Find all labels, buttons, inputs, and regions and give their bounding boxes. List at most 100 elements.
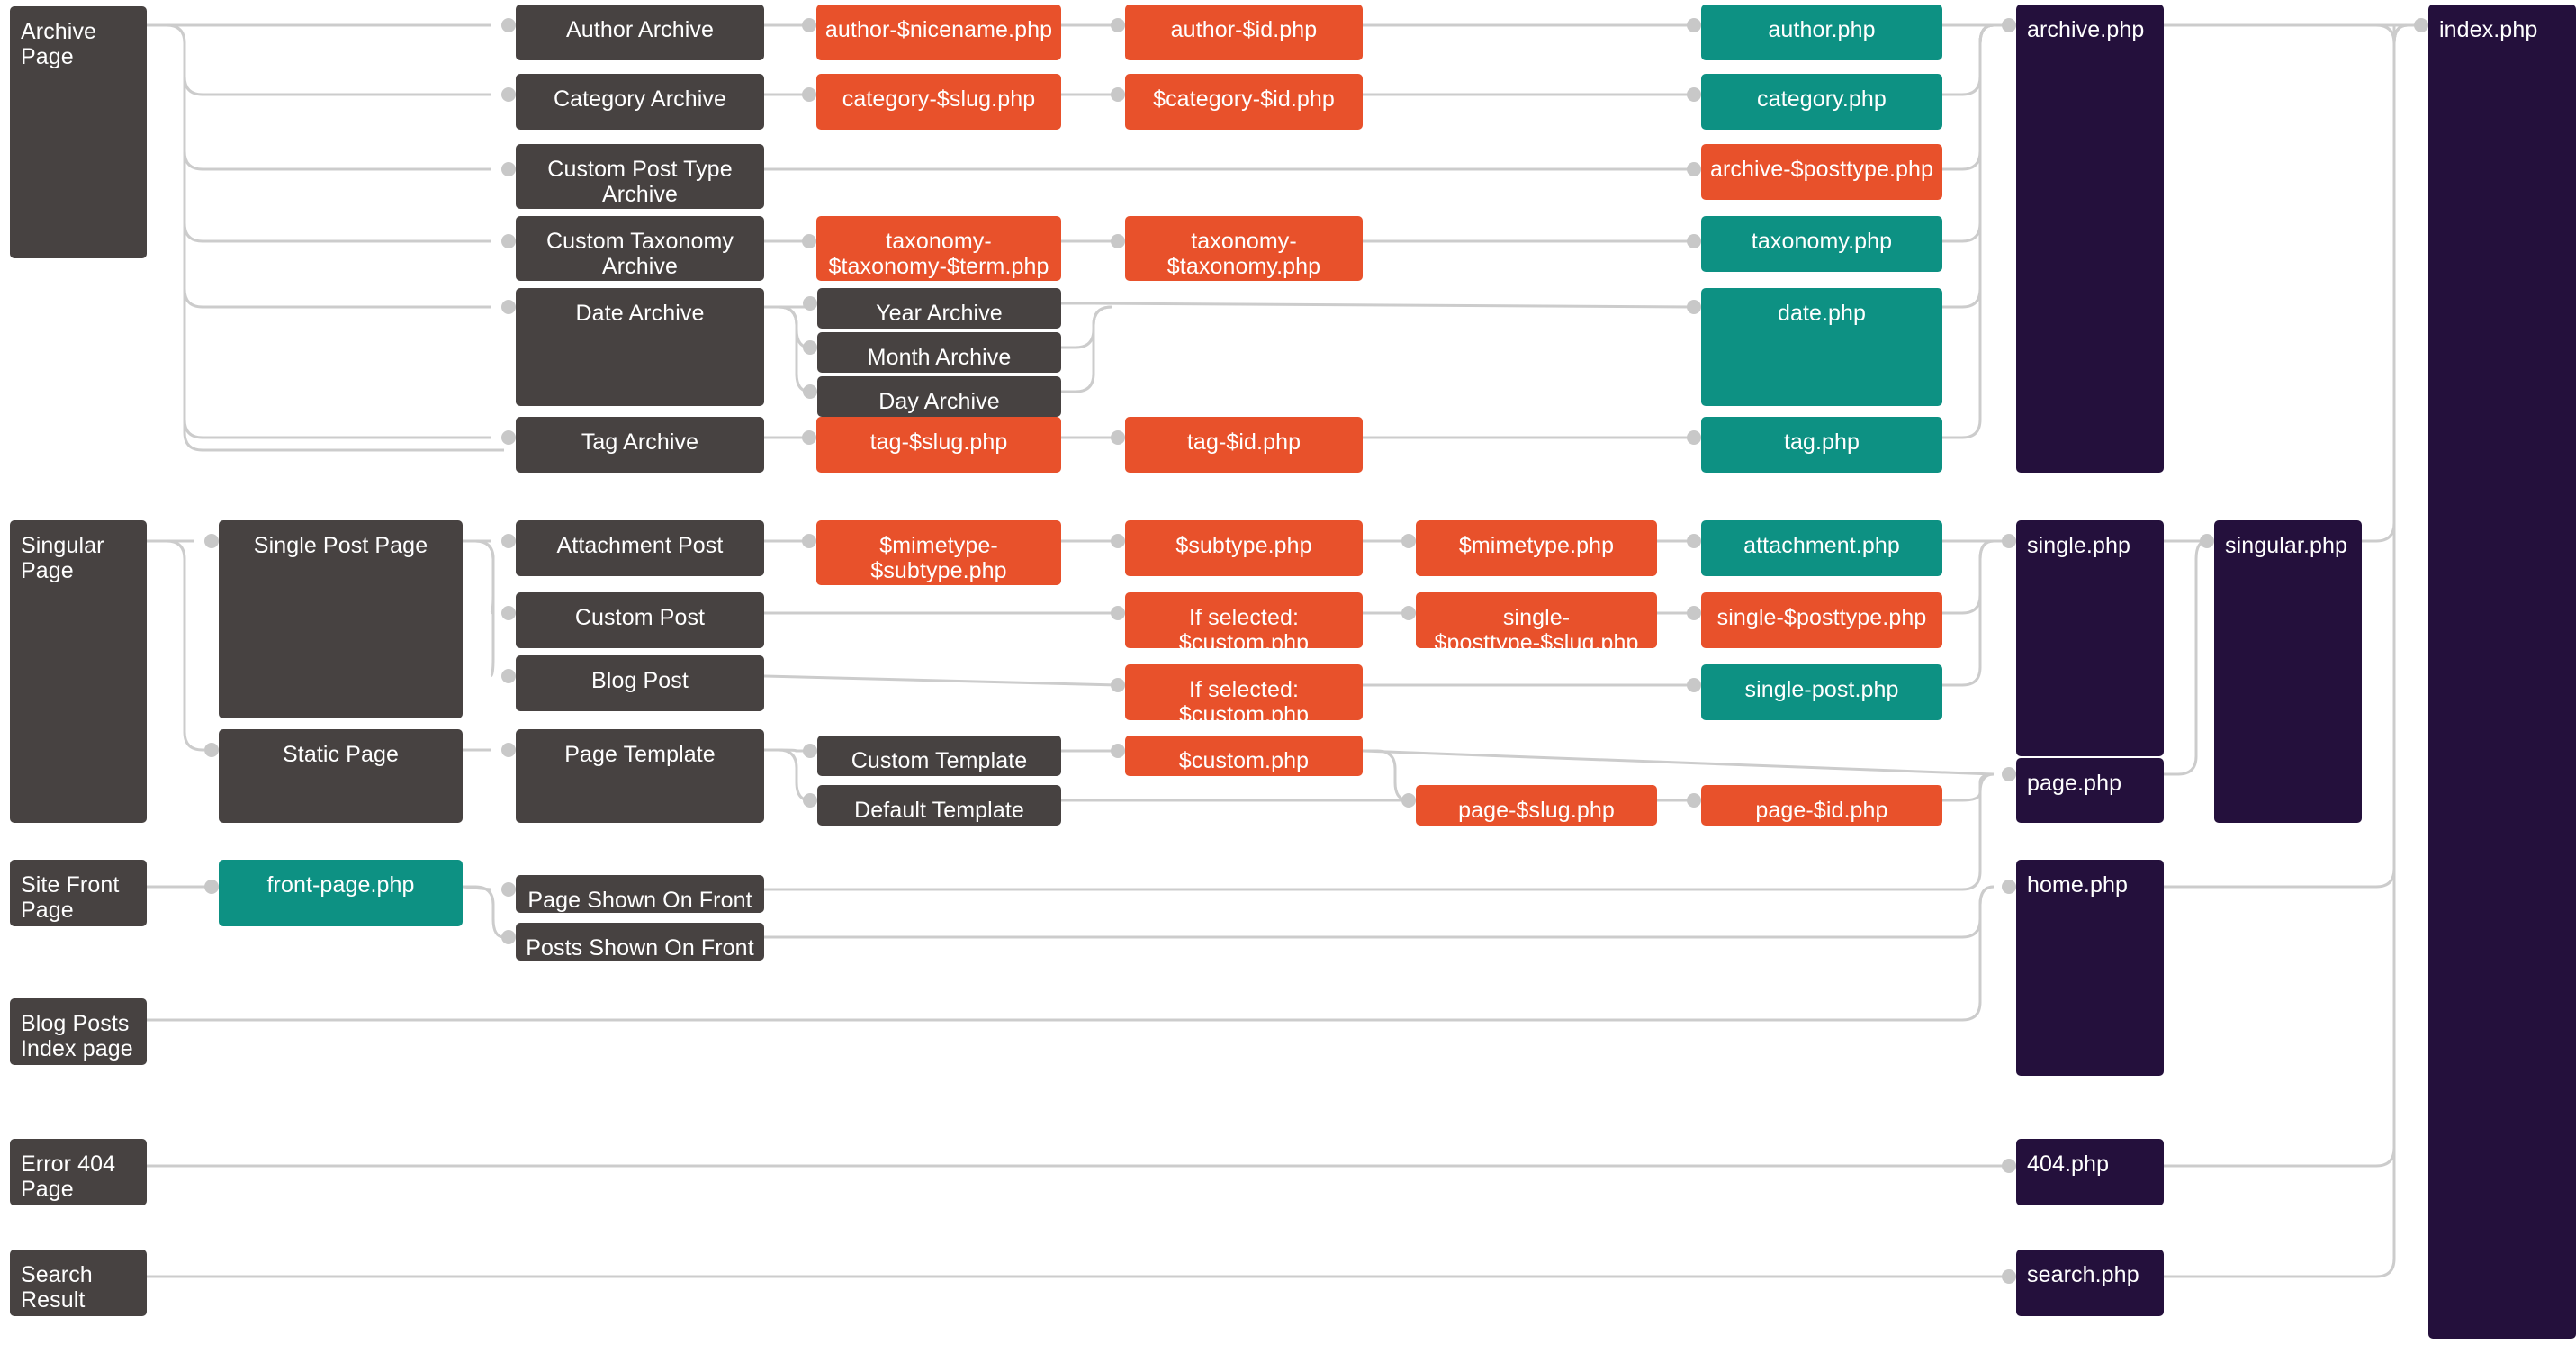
node-page-slug-php[interactable]: page-$slug.php <box>1416 785 1657 826</box>
node-tag-php[interactable]: tag.php <box>1701 417 1942 473</box>
node-author-archive[interactable]: Author Archive <box>516 5 764 60</box>
connector-dot <box>204 880 219 894</box>
node-if-selected-custom-1[interactable]: If selected: $custom.php <box>1125 592 1363 655</box>
node-year-archive[interactable]: Year Archive <box>817 288 1061 329</box>
node-error-404-page[interactable]: Error 404 Page <box>10 1139 147 1205</box>
node-tag-archive[interactable]: Tag Archive <box>516 417 764 473</box>
node-date-php[interactable]: date.php <box>1701 288 1942 406</box>
node-404-php[interactable]: 404.php <box>2016 1139 2164 1205</box>
node-label-custom-post-type-archive: Custom Post Type Archive <box>547 157 733 207</box>
node-taxonomy-php[interactable]: taxonomy.php <box>1701 216 1942 272</box>
node-taxonomy-php-var[interactable]: taxonomy- $taxonomy.php <box>1125 216 1363 281</box>
connector-dot <box>1111 430 1125 445</box>
node-category-slug-php[interactable]: category-$slug.php <box>816 74 1061 130</box>
connector-dot <box>204 534 219 548</box>
node-page-php[interactable]: page.php <box>2016 758 2164 823</box>
node-day-archive[interactable]: Day Archive <box>817 376 1061 417</box>
node-label-custom-post: Custom Post <box>574 605 706 630</box>
node-category-id-php[interactable]: $category-$id.php <box>1125 74 1363 130</box>
node-singular-page[interactable]: Singular Page <box>10 520 147 823</box>
node-label-custom-php: $custom.php <box>1178 748 1310 773</box>
node-label-custom-taxonomy-archive: Custom Taxonomy Archive <box>545 229 734 279</box>
connector-dot <box>501 430 516 445</box>
node-label-attachment-php: attachment.php <box>1743 533 1900 558</box>
node-tag-slug-php[interactable]: tag-$slug.php <box>816 417 1061 473</box>
node-date-archive[interactable]: Date Archive <box>516 288 764 406</box>
node-label-tag-archive: Tag Archive <box>581 429 699 455</box>
node-archive-posttype-php[interactable]: archive-$posttype.php <box>1701 144 1942 200</box>
node-mimetype-subtype-php[interactable]: $mimetype- $subtype.php <box>816 520 1061 585</box>
node-index-php[interactable]: index.php <box>2428 5 2576 1339</box>
connector-dot <box>1111 606 1125 620</box>
node-archive-page[interactable]: Archive Page <box>10 6 147 258</box>
node-label-tag-slug-php: tag-$slug.php <box>869 429 1008 455</box>
node-posts-shown-on-front[interactable]: Posts Shown On Front <box>516 923 764 961</box>
connector-dot <box>2414 18 2428 32</box>
node-custom-post[interactable]: Custom Post <box>516 592 764 648</box>
node-taxonomy-term-php[interactable]: taxonomy- $taxonomy-$term.php <box>816 216 1061 281</box>
node-label-page-slug-php: page-$slug.php <box>1458 798 1615 823</box>
connector-dot <box>803 296 817 311</box>
node-label-page-php: page.php <box>2027 771 2122 796</box>
node-site-front-page[interactable]: Site Front Page <box>10 860 147 926</box>
node-single-posttype-slug-php[interactable]: single- $posttype-$slug.php <box>1416 592 1657 655</box>
connector-dot <box>1111 678 1125 692</box>
node-custom-template[interactable]: Custom Template <box>817 736 1061 776</box>
node-front-page-php[interactable]: front-page.php <box>219 860 463 926</box>
connector-dot <box>501 669 516 683</box>
node-month-archive[interactable]: Month Archive <box>817 332 1061 373</box>
connector-dot <box>1687 18 1701 32</box>
node-archive-php[interactable]: archive.php <box>2016 5 2164 473</box>
node-author-id-php[interactable]: author-$id.php <box>1125 5 1363 60</box>
node-custom-post-type-archive[interactable]: Custom Post Type Archive <box>516 144 764 209</box>
node-singular-php[interactable]: singular.php <box>2214 520 2362 823</box>
node-label-category-slug-php: category-$slug.php <box>842 86 1036 112</box>
node-custom-taxonomy-archive[interactable]: Custom Taxonomy Archive <box>516 216 764 281</box>
node-if-selected-custom-2[interactable]: If selected: $custom.php <box>1125 664 1363 727</box>
node-custom-php[interactable]: $custom.php <box>1125 736 1363 776</box>
node-attachment-php[interactable]: attachment.php <box>1701 520 1942 576</box>
connector-dot <box>2002 1269 2016 1284</box>
node-blog-posts-index-page[interactable]: Blog Posts Index page <box>10 998 147 1065</box>
connector-dot <box>1687 534 1701 548</box>
connector-dot <box>1111 534 1125 548</box>
node-single-post-page[interactable]: Single Post Page <box>219 520 463 718</box>
node-author-php[interactable]: author.php <box>1701 5 1942 60</box>
connector-dot <box>501 743 516 757</box>
connector-dot <box>501 300 516 314</box>
node-label-singular-php: singular.php <box>2225 533 2348 558</box>
node-page-shown-on-front[interactable]: Page Shown On Front <box>516 875 764 913</box>
node-mimetype-php[interactable]: $mimetype.php <box>1416 520 1657 576</box>
node-page-id-php[interactable]: page-$id.php <box>1701 785 1942 826</box>
node-label-author-nicename-php: author-$nicename.php <box>824 17 1053 42</box>
connector-dot <box>501 930 516 944</box>
node-search-result-page[interactable]: Search Result Page <box>10 1250 147 1338</box>
node-static-page[interactable]: Static Page <box>219 729 463 823</box>
node-default-template[interactable]: Default Template <box>817 785 1061 826</box>
node-tag-id-php[interactable]: tag-$id.php <box>1125 417 1363 473</box>
node-search-php[interactable]: search.php <box>2016 1250 2164 1316</box>
node-category-php[interactable]: category.php <box>1701 74 1942 130</box>
connector-dot <box>1687 793 1701 808</box>
node-label-default-template: Default Template <box>854 798 1024 823</box>
connector-dot <box>501 162 516 176</box>
node-subtype-php[interactable]: $subtype.php <box>1125 520 1363 576</box>
node-label-page-shown-on-front: Page Shown On Front <box>527 888 752 913</box>
node-label-error-404-page: Error 404 Page <box>21 1151 116 1202</box>
node-attachment-post[interactable]: Attachment Post <box>516 520 764 576</box>
node-author-nicename-php[interactable]: author-$nicename.php <box>816 5 1061 60</box>
node-label-page-id-php: page-$id.php <box>1755 798 1888 823</box>
connector-dot <box>501 234 516 248</box>
node-label-mimetype-php: $mimetype.php <box>1458 533 1615 558</box>
node-label-author-id-php: author-$id.php <box>1170 17 1318 42</box>
node-label-date-archive: Date Archive <box>575 301 705 326</box>
node-label-subtype-php: $subtype.php <box>1175 533 1312 558</box>
node-single-post-php[interactable]: single-post.php <box>1701 664 1942 720</box>
node-single-php[interactable]: single.php <box>2016 520 2164 756</box>
node-home-php[interactable]: home.php <box>2016 860 2164 1076</box>
node-single-posttype-php[interactable]: single-$posttype.php <box>1701 592 1942 648</box>
template-hierarchy-diagram: Archive Page Author Archive Category Archi… <box>0 0 2576 1354</box>
node-page-template[interactable]: Page Template <box>516 729 764 823</box>
node-blog-post[interactable]: Blog Post <box>516 655 764 711</box>
node-category-archive[interactable]: Category Archive <box>516 74 764 130</box>
